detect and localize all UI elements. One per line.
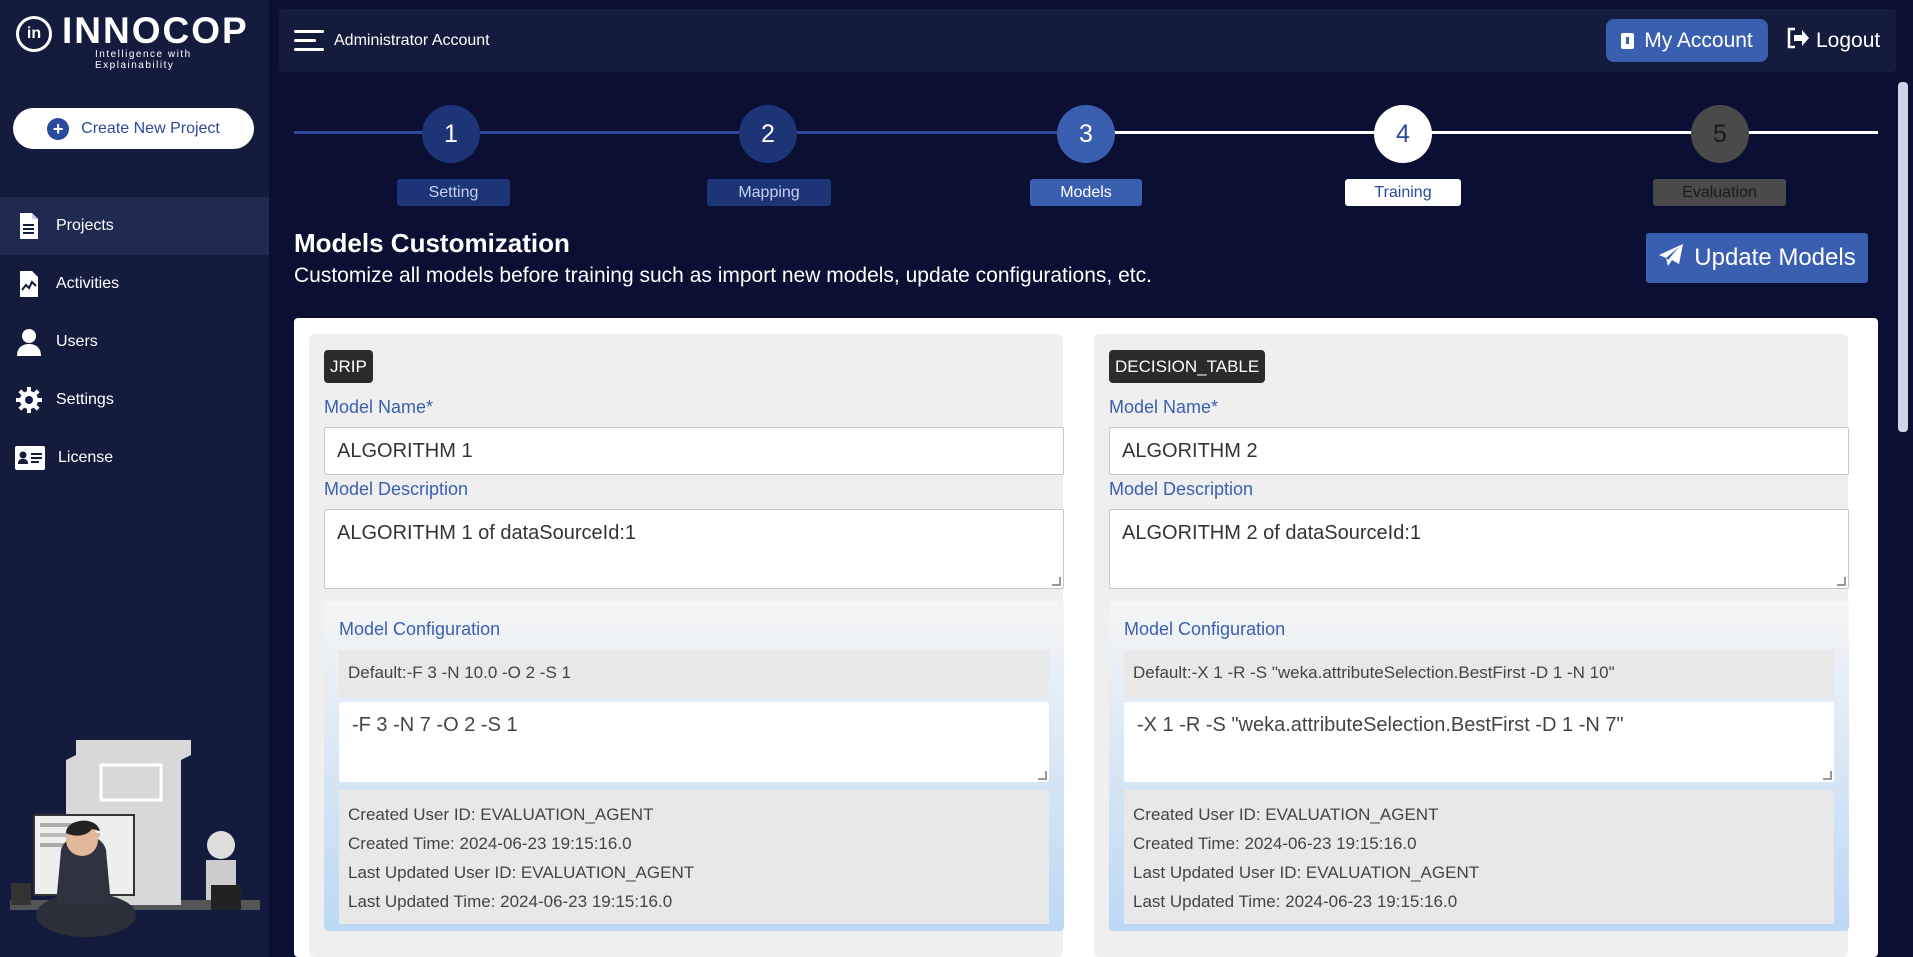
updated-user: Last Updated User ID: EVALUATION_AGENT: [1133, 863, 1480, 882]
user-icon: [14, 327, 44, 357]
brand-tagline: Intelligence with Explainability: [95, 49, 192, 71]
model-card: JRIP Model Name* ALGORITHM 1 Model Descr…: [309, 334, 1064, 957]
model-description-label: Model Description: [1109, 479, 1254, 499]
account-name: Administrator Account: [334, 32, 490, 49]
model-metadata: Created User ID: EVALUATION_AGENT Create…: [1124, 790, 1834, 924]
create-project-label: Create New Project: [81, 119, 220, 137]
configuration-value: -X 1 -R -S "weka.attributeSelection.Best…: [1137, 714, 1624, 736]
sidebar-item-users[interactable]: Users: [0, 313, 269, 371]
sidebar: in INNOCOP Intelligence with Explainabil…: [0, 0, 269, 957]
developer-illustration: [10, 740, 260, 937]
step-2-circle[interactable]: 2: [739, 105, 797, 163]
model-type-badge: JRIP: [324, 350, 373, 383]
step-4-label[interactable]: Training: [1345, 179, 1461, 206]
sidebar-item-projects[interactable]: Projects: [0, 197, 269, 255]
created-time: Created Time: 2024-06-23 19:15:16.0: [348, 834, 632, 853]
created-user: Created User ID: EVALUATION_AGENT: [1133, 805, 1439, 824]
step-3-label[interactable]: Models: [1030, 179, 1142, 206]
step-5-label: Evaluation: [1653, 179, 1786, 206]
update-models-label: Update Models: [1694, 244, 1856, 271]
default-configuration: Default:-F 3 -N 10.0 -O 2 -S 1: [339, 650, 1049, 697]
model-name-label: Model Name*: [324, 397, 434, 417]
model-configuration-label: Model Configuration: [1124, 619, 1286, 639]
logout-icon: [1786, 27, 1810, 55]
step-2-label[interactable]: Mapping: [707, 179, 831, 206]
model-name-input[interactable]: ALGORITHM 1: [324, 427, 1064, 475]
configuration-value: -F 3 -N 7 -O 2 -S 1: [352, 714, 518, 736]
resize-handle-icon[interactable]: [1052, 577, 1061, 586]
model-configuration-section: Model Configuration Default:-F 3 -N 10.0…: [324, 601, 1064, 931]
sidebar-item-label: Settings: [56, 391, 114, 408]
stepper-progress-line: [294, 131, 1086, 134]
sidebar-item-label: Activities: [56, 275, 120, 292]
plus-icon: +: [47, 117, 70, 140]
logout-button[interactable]: Logout: [1786, 19, 1891, 62]
model-configuration-label: Model Configuration: [339, 619, 501, 639]
model-description-value: ALGORITHM 1 of dataSourceId:1: [337, 522, 637, 544]
sidebar-item-label: License: [58, 449, 114, 466]
created-time: Created Time: 2024-06-23 19:15:16.0: [1133, 834, 1417, 853]
updated-time: Last Updated Time: 2024-06-23 19:15:16.0: [348, 892, 673, 911]
activity-icon: [14, 269, 44, 299]
model-description-label: Model Description: [324, 479, 469, 499]
id-card-icon: [14, 443, 46, 473]
sidebar-item-activities[interactable]: Activities: [0, 255, 269, 313]
step-1-circle[interactable]: 1: [422, 105, 480, 163]
model-card: DECISION_TABLE Model Name* ALGORITHM 2 M…: [1094, 334, 1849, 957]
model-configuration-section: Model Configuration Default:-X 1 -R -S "…: [1109, 601, 1849, 931]
send-icon: [1658, 243, 1684, 274]
resize-handle-icon[interactable]: [1823, 771, 1832, 780]
update-models-button[interactable]: Update Models: [1646, 233, 1868, 283]
my-account-label: My Account: [1644, 28, 1753, 52]
account-badge-icon: [1621, 32, 1635, 49]
model-description-textarea[interactable]: ALGORITHM 1 of dataSourceId:1: [324, 509, 1064, 589]
sidebar-item-license[interactable]: License: [0, 429, 269, 487]
model-name-label: Model Name*: [1109, 397, 1219, 417]
stepper-remaining-line: [1086, 131, 1878, 134]
brand-name: INNOCOP: [62, 10, 249, 51]
gear-icon: [14, 385, 44, 415]
create-project-button[interactable]: + Create New Project: [13, 108, 254, 149]
sidebar-item-label: Projects: [56, 217, 114, 234]
model-metadata: Created User ID: EVALUATION_AGENT Create…: [339, 790, 1049, 924]
model-name-input[interactable]: ALGORITHM 2: [1109, 427, 1849, 475]
model-description-value: ALGORITHM 2 of dataSourceId:1: [1122, 522, 1422, 544]
model-description-textarea[interactable]: ALGORITHM 2 of dataSourceId:1: [1109, 509, 1849, 589]
updated-time: Last Updated Time: 2024-06-23 19:15:16.0: [1133, 892, 1458, 911]
my-account-button[interactable]: My Account: [1606, 19, 1768, 62]
step-5-circle: 5: [1691, 105, 1749, 163]
document-icon: [14, 211, 44, 241]
step-1-label[interactable]: Setting: [397, 179, 510, 206]
sidebar-item-settings[interactable]: Settings: [0, 371, 269, 429]
sidebar-item-label: Users: [56, 333, 98, 350]
configuration-textarea[interactable]: -F 3 -N 7 -O 2 -S 1: [339, 702, 1049, 782]
brand-logo[interactable]: in INNOCOP Intelligence with Explainabil…: [16, 10, 256, 71]
brand-mark-icon: in: [16, 16, 52, 52]
created-user: Created User ID: EVALUATION_AGENT: [348, 805, 654, 824]
top-bar: Administrator Account My Account Logout: [279, 9, 1896, 72]
resize-handle-icon[interactable]: [1038, 771, 1047, 780]
step-3-circle[interactable]: 3: [1057, 105, 1115, 163]
logout-label: Logout: [1816, 28, 1881, 52]
step-4-circle[interactable]: 4: [1374, 105, 1432, 163]
scrollbar-thumb[interactable]: [1898, 82, 1908, 432]
page-subtitle: Customize all models before training suc…: [294, 264, 1152, 287]
menu-toggle-icon[interactable]: [294, 30, 324, 52]
page-title: Models Customization: [294, 228, 570, 258]
model-type-badge: DECISION_TABLE: [1109, 350, 1266, 383]
configuration-textarea[interactable]: -X 1 -R -S "weka.attributeSelection.Best…: [1124, 702, 1834, 782]
updated-user: Last Updated User ID: EVALUATION_AGENT: [348, 863, 695, 882]
resize-handle-icon[interactable]: [1837, 577, 1846, 586]
default-configuration: Default:-X 1 -R -S "weka.attributeSelect…: [1124, 650, 1834, 697]
